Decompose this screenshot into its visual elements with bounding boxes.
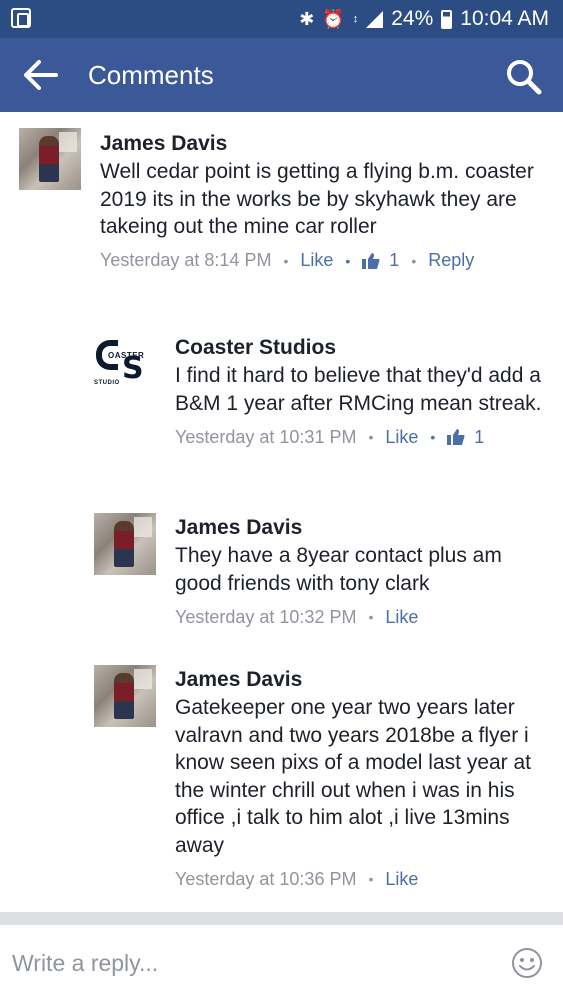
- comment-text: I find it hard to believe that they'd ad…: [175, 364, 542, 415]
- separator-dot: •: [345, 252, 351, 269]
- status-icons: ✱ ⏰ ↕ 24% 10:04 AM: [299, 6, 549, 32]
- back-arrow-icon[interactable]: [22, 58, 62, 92]
- comment-timestamp: Yesterday at 10:32 PM: [175, 606, 357, 627]
- comment-meta: Yesterday at 10:36 PM • Like: [175, 866, 550, 892]
- comment-text: Well cedar point is getting a flying b.m…: [100, 160, 534, 238]
- emoji-icon[interactable]: [511, 947, 543, 979]
- comment-text: Gatekeeper one year two years later valr…: [175, 696, 532, 857]
- separator-dot: •: [411, 252, 417, 269]
- comment-text: They have a 8year contact plus am good f…: [175, 544, 502, 595]
- reply-input[interactable]: [12, 945, 482, 981]
- app-icon: [11, 8, 31, 28]
- reply-bar: [0, 924, 563, 1000]
- search-icon[interactable]: [503, 56, 543, 96]
- like-count[interactable]: 1: [389, 250, 399, 271]
- app-bar: Comments: [0, 38, 563, 112]
- separator-dot: •: [283, 252, 289, 269]
- status-bar: ✱ ⏰ ↕ 24% 10:04 AM: [0, 0, 563, 38]
- page-title: Comments: [88, 60, 214, 90]
- like-button[interactable]: Like: [385, 607, 418, 628]
- comment-meta: Yesterday at 8:14 PM • Like • 1 • Reply: [100, 248, 548, 274]
- like-button[interactable]: Like: [385, 427, 418, 448]
- bluetooth-icon: ✱: [299, 9, 315, 29]
- reply-button[interactable]: Reply: [428, 250, 474, 271]
- comment-author[interactable]: James Davis: [100, 131, 548, 157]
- thumbs-up-icon: [362, 252, 380, 269]
- signal-icon: [366, 10, 384, 28]
- separator-dot: •: [368, 609, 374, 625]
- divider: [0, 912, 563, 924]
- logo-text: STUDIO: [94, 380, 120, 386]
- separator-dot: •: [430, 429, 436, 445]
- clock: 10:04 AM: [460, 7, 549, 30]
- like-button[interactable]: Like: [385, 869, 418, 890]
- comment-timestamp: Yesterday at 10:36 PM: [175, 868, 357, 889]
- comment-author[interactable]: James Davis: [175, 667, 550, 693]
- logo-letter-s: S: [122, 351, 144, 386]
- avatar[interactable]: [94, 513, 156, 575]
- comment-author[interactable]: Coaster Studios: [175, 335, 550, 361]
- comment-timestamp: Yesterday at 8:14 PM: [100, 250, 272, 270]
- battery-percent: 24%: [391, 7, 434, 30]
- avatar[interactable]: [19, 128, 81, 190]
- battery-icon: [441, 9, 453, 29]
- like-count[interactable]: 1: [474, 427, 484, 448]
- data-icon: ↕: [352, 12, 359, 25]
- separator-dot: •: [368, 429, 374, 445]
- alarm-icon: ⏰: [322, 9, 345, 29]
- avatar[interactable]: [94, 665, 156, 727]
- avatar[interactable]: OASTER S STUDIO: [94, 334, 156, 396]
- thumbs-up-icon: [447, 429, 465, 445]
- comment-meta: Yesterday at 10:31 PM • Like • 1: [175, 424, 550, 450]
- comment-timestamp: Yesterday at 10:31 PM: [175, 426, 357, 447]
- like-button[interactable]: Like: [300, 250, 333, 271]
- comments-list: James Davis Well cedar point is getting …: [0, 112, 563, 924]
- comment-meta: Yesterday at 10:32 PM • Like: [175, 604, 550, 630]
- separator-dot: •: [368, 871, 374, 887]
- comment-author[interactable]: James Davis: [175, 515, 550, 541]
